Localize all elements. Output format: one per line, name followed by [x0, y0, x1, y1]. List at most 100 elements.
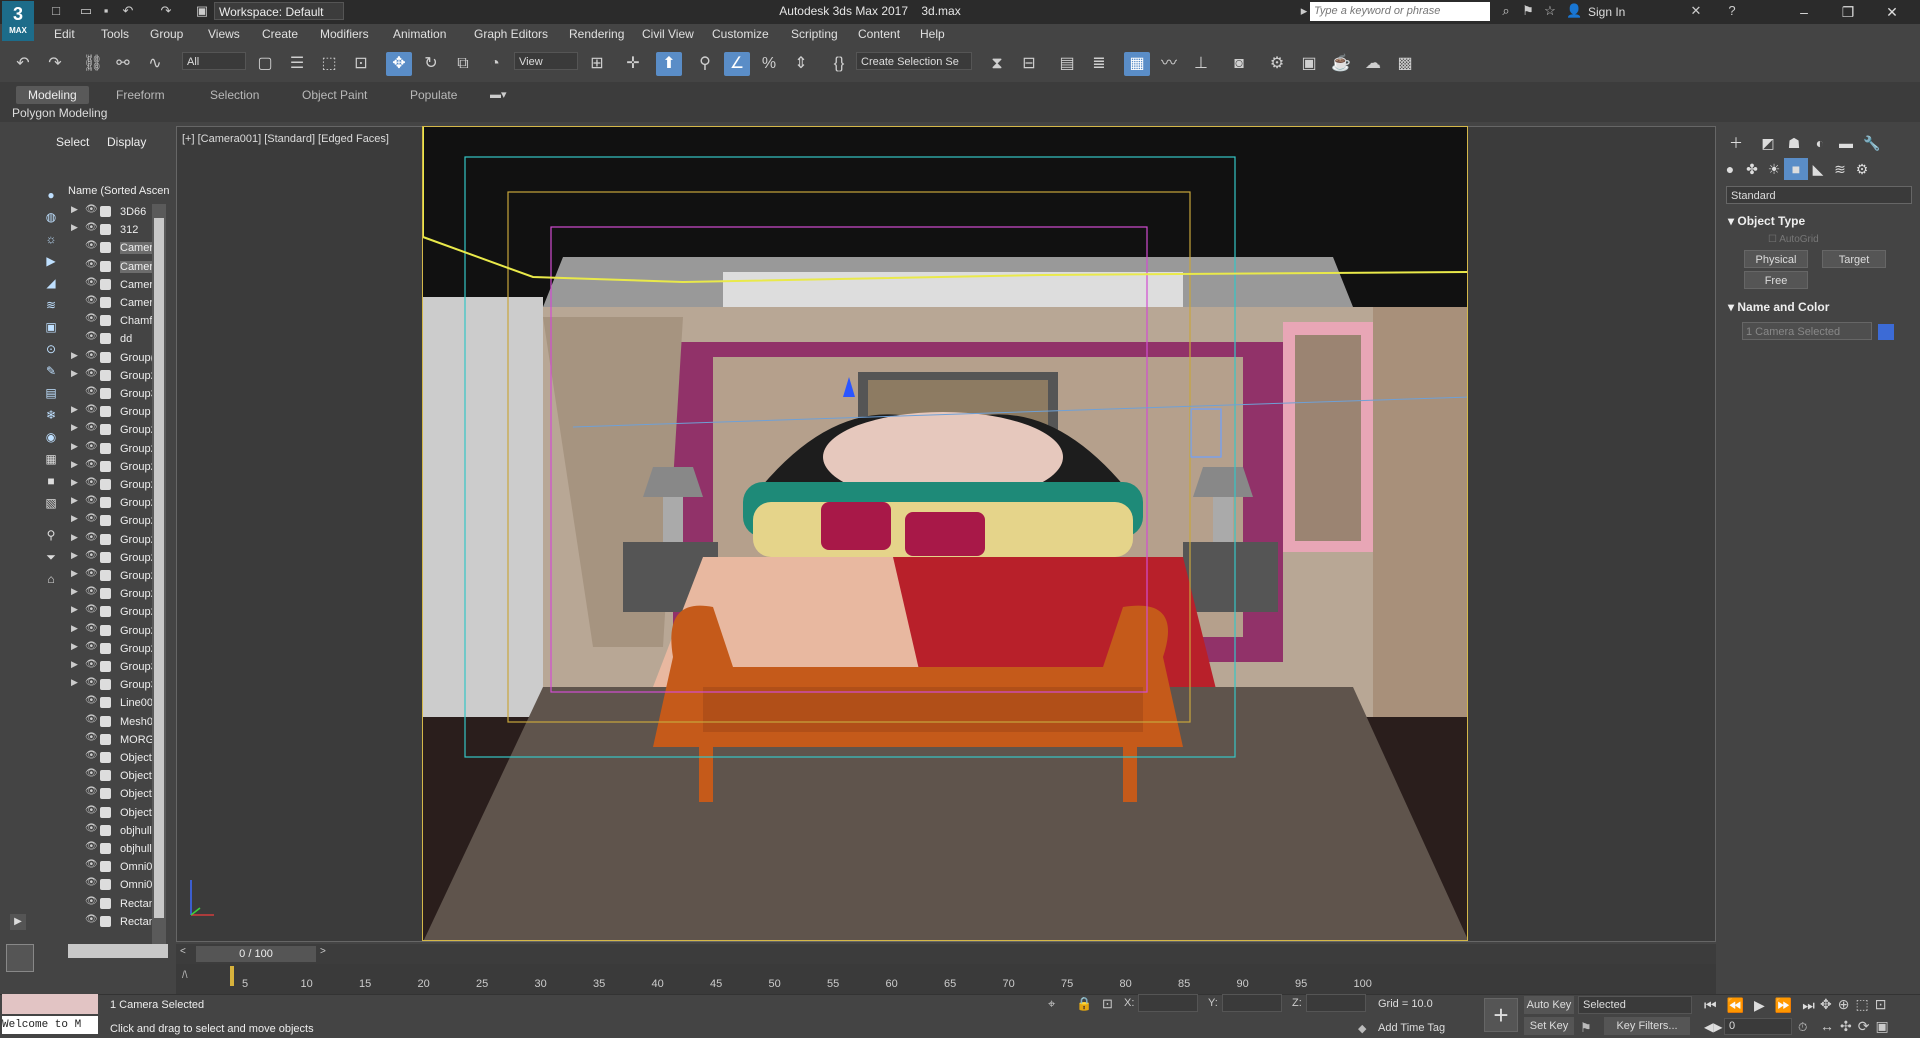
geometry-category-icon[interactable]: ● — [1718, 158, 1742, 180]
visibility-eye-icon[interactable]: 👁 — [85, 768, 98, 779]
visibility-eye-icon[interactable]: 👁 — [85, 277, 98, 288]
key-filters-icon[interactable]: ⚑ — [1580, 1020, 1592, 1036]
set-key-plus-icon[interactable]: + — [1484, 998, 1518, 1032]
new-file-icon[interactable]: □ — [48, 3, 64, 19]
link-icon[interactable]: ⛓ — [80, 52, 106, 76]
menu-tools[interactable]: Tools — [101, 27, 129, 41]
close-button[interactable]: ✕ — [1872, 2, 1912, 22]
expand-arrow-icon[interactable]: ▶ — [71, 422, 78, 433]
visibility-eye-icon[interactable]: 👁 — [85, 331, 98, 342]
visibility-eye-icon[interactable]: 👁 — [85, 532, 98, 543]
menu-animation[interactable]: Animation — [393, 27, 446, 41]
expand-arrow-icon[interactable]: ▶ — [71, 495, 78, 506]
menu-edit[interactable]: Edit — [54, 27, 75, 41]
window-crossing-icon[interactable]: ⊡ — [348, 52, 374, 76]
search-input[interactable]: Type a keyword or phrase — [1310, 2, 1490, 21]
camera-view-render[interactable] — [422, 126, 1468, 941]
mini-curve-editor-icon[interactable]: /\ — [182, 970, 188, 981]
save-icon[interactable]: ▪ — [98, 3, 114, 19]
selection-lock-icon[interactable]: 🔒 — [1076, 996, 1092, 1012]
time-slider[interactable] — [176, 944, 1716, 964]
expand-arrow-icon[interactable]: ▶ — [71, 586, 78, 597]
expand-arrow-icon[interactable]: ▶ — [71, 459, 78, 470]
x-coordinate-field[interactable] — [1138, 994, 1198, 1012]
menu-views[interactable]: Views — [208, 27, 240, 41]
expand-arrow-icon[interactable]: ▶ — [71, 550, 78, 561]
expand-arrow-icon[interactable]: ▶ — [71, 477, 78, 488]
scrollbar-thumb[interactable] — [154, 218, 164, 918]
restore-button[interactable]: ❐ — [1828, 2, 1868, 22]
ribbon-options-icon[interactable]: ▬▾ — [490, 88, 507, 101]
display-all-icon[interactable]: ▦ — [40, 449, 62, 469]
expand-arrow-icon[interactable]: ▶ — [71, 404, 78, 415]
object-color-swatch[interactable] — [1878, 324, 1894, 340]
app-logo[interactable]: 3 MAX — [2, 1, 34, 41]
select-object-icon[interactable]: ▢ — [252, 52, 278, 76]
time-slider-prev-icon[interactable]: < — [180, 946, 186, 957]
display-helpers-icon[interactable]: ◢ — [40, 273, 62, 293]
subscription-icon[interactable]: ⚑ — [1520, 3, 1536, 19]
key-mode-toggle-icon[interactable]: ◀▶ — [1704, 1020, 1722, 1034]
minimize-button[interactable]: – — [1784, 2, 1824, 22]
visibility-eye-icon[interactable]: 👁 — [85, 659, 98, 670]
expand-arrow-icon[interactable]: ▶ — [71, 641, 78, 652]
menu-modifiers[interactable]: Modifiers — [320, 27, 369, 41]
select-and-place-icon[interactable]: ◔ — [482, 52, 508, 76]
isolate-selection-icon[interactable]: ⌖ — [1048, 996, 1055, 1012]
menu-help[interactable]: Help — [920, 27, 945, 41]
display-none-icon[interactable]: ● — [40, 185, 62, 205]
named-selection-set-dropdown[interactable]: Create Selection Se — [856, 52, 972, 70]
expand-arrow-icon[interactable]: ▶ — [71, 677, 78, 688]
curve-editor-icon[interactable]: 〰 — [1156, 52, 1182, 76]
open-file-icon[interactable]: ▭ — [78, 3, 94, 19]
menu-customize[interactable]: Customize — [712, 27, 769, 41]
visibility-eye-icon[interactable]: 👁 — [85, 295, 98, 306]
visibility-eye-icon[interactable]: 👁 — [85, 441, 98, 452]
add-time-tag-icon[interactable]: ◆ — [1358, 1022, 1366, 1035]
menu-rendering[interactable]: Rendering — [569, 27, 624, 41]
display-cameras-icon[interactable]: ▶ — [40, 251, 62, 271]
visibility-eye-icon[interactable]: 👁 — [85, 877, 98, 888]
render-in-cloud-icon[interactable]: ☁ — [1360, 52, 1386, 76]
mirror-icon[interactable]: ⧗ — [984, 52, 1010, 76]
z-coordinate-field[interactable] — [1306, 994, 1366, 1012]
display-frozen-icon[interactable]: ❄ — [40, 405, 62, 425]
visibility-eye-icon[interactable]: 👁 — [85, 896, 98, 907]
invert-display-icon[interactable]: ▧ — [40, 493, 62, 513]
playback-controls[interactable]: ⏮⏪▶⏩⏭ — [1704, 997, 1825, 1014]
visibility-eye-icon[interactable]: 👁 — [85, 623, 98, 634]
visibility-eye-icon[interactable]: 👁 — [85, 841, 98, 852]
edit-named-selection-icon[interactable]: {} — [826, 52, 852, 76]
display-xrefs-icon[interactable]: ⊙ — [40, 339, 62, 359]
space-warps-category-icon[interactable]: ≋ — [1828, 158, 1852, 180]
visibility-eye-icon[interactable]: 👁 — [85, 240, 98, 251]
absolute-mode-icon[interactable]: ⊡ — [1102, 996, 1113, 1012]
name-color-rollout-header[interactable]: ▾ Name and Color — [1728, 300, 1829, 314]
undo-icon[interactable]: ↶ — [120, 3, 136, 19]
key-mode-dropdown[interactable]: Selected — [1578, 996, 1692, 1014]
ribbon-tab-object-paint[interactable]: Object Paint — [290, 86, 379, 104]
display-geometry-icon[interactable]: ◍ — [40, 207, 62, 227]
autogrid-checkbox[interactable]: ☐ AutoGrid — [1768, 234, 1819, 245]
angle-snap-icon[interactable]: ∠ — [724, 52, 750, 76]
maxscript-mini-listener-icon[interactable] — [6, 944, 34, 972]
expand-arrow-icon[interactable]: ▶ — [71, 568, 78, 579]
unlink-icon[interactable]: ⚯ — [110, 52, 136, 76]
select-and-move-icon[interactable]: ✥ — [386, 52, 412, 76]
visibility-eye-icon[interactable]: 👁 — [85, 513, 98, 524]
cameras-category-icon[interactable]: ■ — [1784, 158, 1808, 180]
ribbon-tab-populate[interactable]: Populate — [398, 86, 469, 104]
track-bar[interactable]: 5 10 15 20 25 30 35 40 45 50 55 60 65 70 75 80 85 90 95 100 — [176, 964, 1716, 994]
visibility-eye-icon[interactable]: 👁 — [85, 677, 98, 688]
expand-arrow-icon[interactable]: ▶ — [71, 441, 78, 452]
scene-explorer-toggle-icon[interactable]: ▤ — [1054, 52, 1080, 76]
object-category-dropdown[interactable]: Standard — [1726, 186, 1912, 204]
visibility-eye-icon[interactable]: 👁 — [85, 313, 98, 324]
auto-key-button[interactable]: Auto Key — [1524, 996, 1574, 1014]
menu-create[interactable]: Create — [262, 27, 298, 41]
helpers-category-icon[interactable]: ◣ — [1806, 158, 1830, 180]
explorer-tab-display[interactable]: Display — [107, 135, 146, 149]
list-scrollbar[interactable] — [152, 204, 166, 944]
percent-snap-icon[interactable]: % — [756, 52, 782, 76]
visibility-eye-icon[interactable]: 👁 — [85, 604, 98, 615]
